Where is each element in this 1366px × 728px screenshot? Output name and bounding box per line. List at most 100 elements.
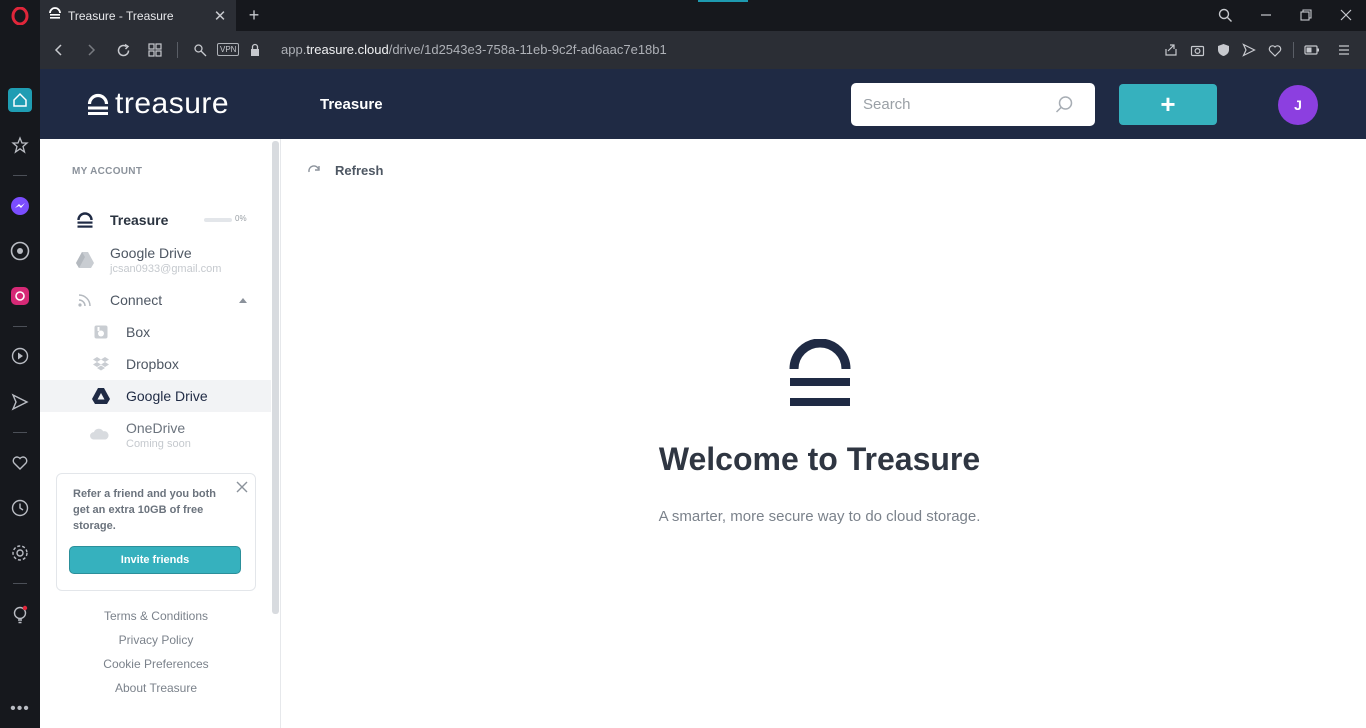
- about-link[interactable]: About Treasure: [40, 681, 272, 695]
- connect-rss-icon: [74, 289, 96, 311]
- sidebar-item-connect[interactable]: Connect: [40, 285, 271, 315]
- restore-icon[interactable]: [1293, 4, 1319, 26]
- box-icon: [90, 321, 112, 343]
- chevron-up-icon[interactable]: [239, 298, 247, 303]
- sidebar-item-label: Connect: [110, 292, 163, 308]
- tab-title: Treasure - Treasure: [68, 8, 174, 23]
- more-icon[interactable]: •••: [8, 697, 32, 721]
- back-icon[interactable]: [49, 40, 69, 60]
- speed-dial-icon[interactable]: [145, 40, 165, 60]
- treasure-favicon-icon: [48, 6, 62, 25]
- storage-usage-bar: [204, 218, 232, 222]
- main-content: Refresh Welcome to Treasure A smarter, m…: [281, 139, 1366, 728]
- referral-promo-card: Refer a friend and you both get an extra…: [56, 473, 256, 591]
- minimize-icon[interactable]: [1253, 4, 1279, 26]
- dropbox-icon: [90, 353, 112, 375]
- flow-send-icon[interactable]: [1239, 40, 1259, 60]
- address-divider: [177, 42, 178, 58]
- sidebar-item-onedrive[interactable]: OneDrive Coming soon: [40, 414, 271, 456]
- rail-divider: [13, 326, 27, 327]
- treasure-logo-icon: [87, 93, 109, 115]
- address-bar: VPN app.treasure.cloud/drive/1d2543e3-75…: [40, 31, 1366, 69]
- reload-icon[interactable]: [113, 40, 133, 60]
- sidebar-item-google-drive[interactable]: Google Drive: [40, 380, 271, 412]
- site-info-icon[interactable]: [190, 40, 210, 60]
- sidebar-item-google-drive-account[interactable]: Google Drive jcsan0933@gmail.com: [40, 239, 271, 281]
- page-title: Treasure: [320, 96, 383, 113]
- promo-text: Refer a friend and you both get an extra…: [73, 488, 217, 532]
- add-button[interactable]: +: [1119, 84, 1217, 125]
- google-drive-icon: [90, 385, 112, 407]
- refresh-icon: [308, 164, 320, 172]
- heart-icon[interactable]: [8, 451, 32, 475]
- messenger-icon[interactable]: [8, 194, 32, 218]
- vpn-badge[interactable]: VPN: [217, 43, 240, 56]
- sidebar-item-label: Dropbox: [126, 356, 179, 372]
- battery-saver-icon[interactable]: [1302, 40, 1322, 60]
- rail-divider: [13, 583, 27, 584]
- invite-friends-button[interactable]: Invite friends: [69, 546, 241, 574]
- tab-indicator: [698, 0, 748, 2]
- star-icon[interactable]: [8, 133, 32, 157]
- easy-setup-icon[interactable]: [1334, 40, 1354, 60]
- cookie-preferences-link[interactable]: Cookie Preferences: [40, 657, 272, 671]
- google-drive-icon: [74, 249, 96, 271]
- sidebar-scrollbar[interactable]: [272, 141, 279, 614]
- tips-icon[interactable]: [8, 603, 32, 627]
- welcome-subtitle: A smarter, more secure way to do cloud s…: [658, 508, 981, 525]
- snapshot-icon[interactable]: [1187, 40, 1207, 60]
- welcome-title: Welcome to Treasure: [658, 441, 981, 477]
- treasure-logo[interactable]: treasure: [87, 87, 229, 121]
- logo-text: treasure: [115, 87, 230, 120]
- player-icon[interactable]: [8, 344, 32, 368]
- sidebar-item-dropbox[interactable]: Dropbox: [40, 349, 271, 379]
- share-icon[interactable]: [1161, 40, 1181, 60]
- sidebar-item-box[interactable]: Box: [40, 317, 271, 347]
- settings-icon[interactable]: [8, 541, 32, 565]
- browser-sidebar: •••: [0, 0, 40, 728]
- sidebar-item-label: Google Drive: [126, 388, 208, 404]
- url-text[interactable]: app.treasure.cloud/drive/1d2543e3-758a-1…: [281, 42, 667, 57]
- terms-link[interactable]: Terms & Conditions: [40, 609, 272, 623]
- refresh-label: Refresh: [335, 163, 384, 178]
- sidebar-item-label: Treasure: [110, 212, 169, 228]
- tab-treasure[interactable]: Treasure - Treasure ✕: [40, 0, 236, 31]
- opera-logo-icon[interactable]: [8, 4, 32, 28]
- shield-icon[interactable]: [1213, 40, 1233, 60]
- onedrive-icon: [88, 423, 110, 445]
- treasure-icon: [74, 209, 96, 231]
- home-icon[interactable]: [8, 88, 32, 112]
- sidebar: MY ACCOUNT Treasure 0% Google Drive jcsa…: [40, 139, 281, 728]
- sidebar-item-label: Box: [126, 324, 151, 340]
- forward-icon[interactable]: [81, 40, 101, 60]
- tab-strip: Treasure - Treasure ✕ +: [40, 0, 1366, 31]
- send-icon[interactable]: [8, 390, 32, 414]
- privacy-link[interactable]: Privacy Policy: [40, 633, 272, 647]
- bookmark-heart-icon[interactable]: [1265, 40, 1285, 60]
- account-email: jcsan0933@gmail.com: [110, 263, 222, 275]
- section-label: MY ACCOUNT: [72, 166, 143, 177]
- refresh-button[interactable]: Refresh: [307, 163, 383, 178]
- instagram-icon[interactable]: [8, 284, 32, 308]
- toolbar-divider: [1293, 42, 1294, 58]
- tab-close-icon[interactable]: ✕: [212, 7, 228, 25]
- search-icon[interactable]: [1054, 95, 1074, 115]
- sidebar-item-label: OneDrive: [126, 420, 186, 436]
- url-domain: treasure.cloud: [306, 42, 389, 57]
- search-tabs-icon[interactable]: [1212, 4, 1238, 26]
- url-path: /drive/1d2543e3-758a-11eb-9c2f-ad6aac7e1…: [388, 42, 667, 57]
- close-icon[interactable]: [235, 480, 249, 494]
- lock-icon[interactable]: [245, 40, 265, 60]
- treasure-large-logo-icon: [788, 338, 852, 414]
- new-tab-button[interactable]: +: [244, 5, 264, 25]
- sidebar-item-label: Google Drive: [110, 245, 192, 261]
- close-window-icon[interactable]: [1333, 4, 1359, 26]
- rail-divider: [13, 175, 27, 176]
- history-icon[interactable]: [8, 496, 32, 520]
- avatar[interactable]: J: [1278, 85, 1318, 125]
- whatsapp-icon[interactable]: [8, 239, 32, 263]
- rail-divider: [13, 432, 27, 433]
- coming-soon-label: Coming soon: [126, 438, 191, 450]
- storage-usage-percent: 0%: [235, 214, 247, 223]
- url-prefix: app.: [281, 42, 307, 57]
